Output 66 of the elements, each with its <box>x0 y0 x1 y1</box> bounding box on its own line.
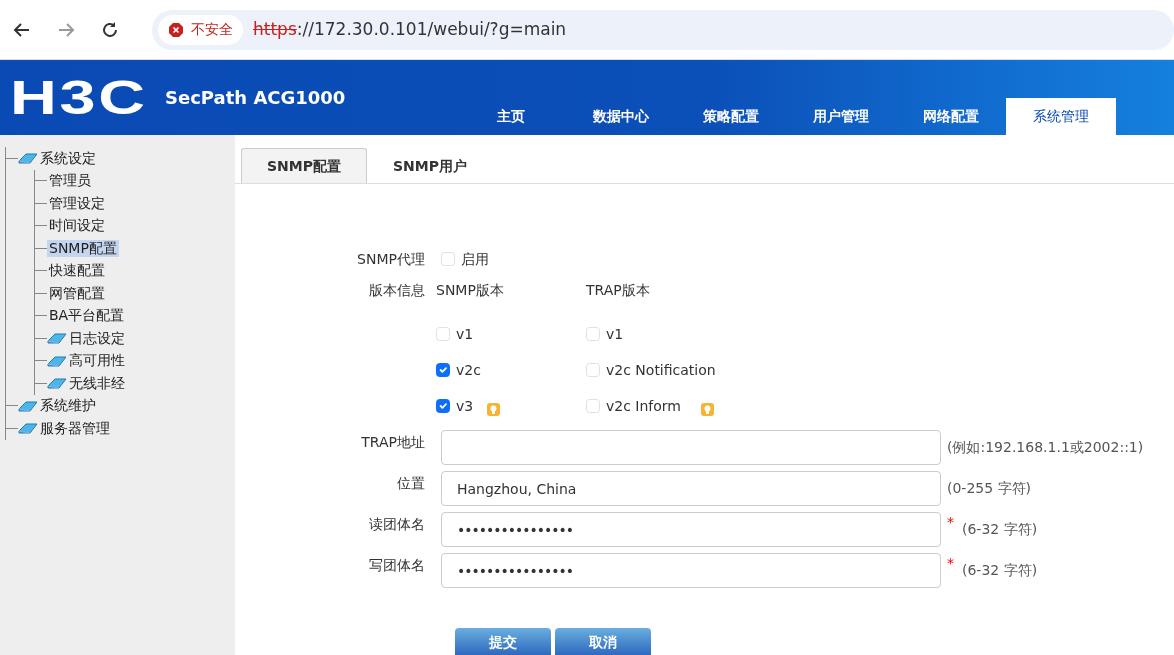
checkbox-label: v2c <box>456 360 481 380</box>
input-field[interactable]: Hangzhou, China <box>441 471 941 506</box>
cancel-button[interactable]: 取消 <box>555 628 651 655</box>
tree-item[interactable]: 系统维护 <box>38 397 98 415</box>
lightbulb-icon <box>701 402 714 416</box>
folder-icon <box>47 332 67 345</box>
field-label: 版本信息 <box>369 282 425 298</box>
field-label: SNMP代理 <box>357 250 425 267</box>
nav-tab[interactable]: 主页 <box>456 98 566 135</box>
lightbulb-icon <box>487 402 501 416</box>
field-note: (6-32 字符) <box>962 520 1038 539</box>
nav-tab[interactable]: 网络配置 <box>896 98 1006 135</box>
tree-item[interactable]: BA平台配置 <box>47 307 127 325</box>
tree-item[interactable]: 网管配置 <box>47 284 107 302</box>
folder-icon <box>18 399 38 412</box>
field-label: 写团体名 <box>369 557 425 573</box>
nav-tab[interactable]: 系统管理 <box>1006 98 1116 135</box>
reload-icon <box>100 20 120 40</box>
tree-item[interactable]: 时间设定 <box>47 217 107 235</box>
field-label: 读团体名 <box>369 516 425 532</box>
tree-item[interactable]: 快速配置 <box>47 262 107 280</box>
field-note: (例如:192.168.1.1或2002::1) <box>947 438 1144 457</box>
nav-tab[interactable]: 策略配置 <box>676 98 786 135</box>
tab[interactable]: SNMP用户 <box>367 148 493 183</box>
submit-button[interactable]: 提交 <box>455 628 551 655</box>
folder-icon <box>18 422 38 435</box>
checkbox-label: v3 <box>456 396 474 416</box>
field-note: (0-255 字符) <box>947 479 1032 498</box>
folder-icon <box>47 354 67 367</box>
tab[interactable]: SNMP配置 <box>241 148 367 183</box>
required-mark: * <box>947 513 954 532</box>
checkbox-label: 启用 <box>461 249 489 269</box>
field-label: 位置 <box>397 475 425 491</box>
url-text: https://172.30.0.101/webui/?g=main <box>253 17 567 41</box>
input-field[interactable]: •••••••••••••••• <box>441 553 941 588</box>
checkbox-label: v2c Notification <box>606 360 716 380</box>
checkbox[interactable] <box>436 399 450 413</box>
tree-item[interactable]: 系统设定 <box>38 149 98 167</box>
nav-tab[interactable]: 用户管理 <box>786 98 896 135</box>
tree-item[interactable]: SNMP配置 <box>47 239 119 257</box>
checkbox[interactable] <box>436 363 450 377</box>
tree-item[interactable]: 无线非经 <box>67 374 127 392</box>
error-icon <box>168 21 184 38</box>
address-bar[interactable]: 不安全 https://172.30.0.101/webui/?g=main <box>152 9 1174 50</box>
product-name: SecPath ACG1000 <box>165 86 346 110</box>
logo: H3C <box>10 73 148 122</box>
column-heading: TRAP版本 <box>586 282 650 298</box>
input-field[interactable]: •••••••••••••••• <box>441 512 941 547</box>
tree-item[interactable]: 管理员 <box>47 172 93 190</box>
security-indicator[interactable]: 不安全 <box>158 14 243 45</box>
checkbox-label: v1 <box>456 324 474 344</box>
tree-item[interactable]: 日志设定 <box>67 329 127 347</box>
security-label: 不安全 <box>191 20 233 39</box>
checkbox-label: v1 <box>606 324 624 344</box>
checkbox-label: v2c Inform <box>606 396 681 416</box>
input-field[interactable] <box>441 430 941 465</box>
folder-icon <box>18 152 38 165</box>
nav-tab[interactable]: 数据中心 <box>566 98 676 135</box>
tree-item[interactable]: 管理设定 <box>47 194 107 212</box>
column-heading: SNMP版本 <box>436 282 504 298</box>
field-label: TRAP地址 <box>361 434 425 450</box>
required-mark: * <box>947 554 954 573</box>
field-note: (6-32 字符) <box>962 561 1038 580</box>
folder-icon <box>47 377 67 390</box>
tree-item[interactable]: 高可用性 <box>67 352 127 370</box>
tree-item[interactable]: 服务器管理 <box>38 419 112 437</box>
